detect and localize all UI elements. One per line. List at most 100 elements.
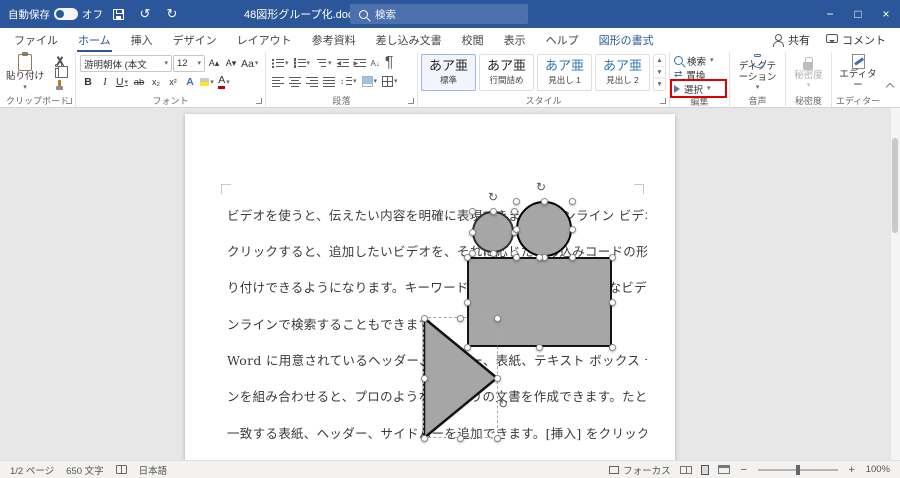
selection-handle[interactable] <box>513 226 520 233</box>
rotate-handle-icon[interactable]: ↻ <box>486 190 500 204</box>
selection-handle[interactable] <box>490 250 497 257</box>
comments-button[interactable]: コメント <box>826 32 886 48</box>
replace-button[interactable]: ⇄ 置換 <box>674 68 729 81</box>
style-card-heading2[interactable]: あア亜 見出し 2 <box>595 54 650 91</box>
selection-handle[interactable] <box>541 198 548 205</box>
bold-button[interactable]: B <box>80 74 96 90</box>
style-card-no-spacing[interactable]: あア亜 行間詰め <box>479 54 534 91</box>
focus-mode-button[interactable]: フォーカス <box>609 463 671 477</box>
justify-button[interactable] <box>321 73 337 89</box>
font-color-button[interactable]: A▾ <box>216 74 232 90</box>
styles-dialog-launcher-icon[interactable] <box>660 98 666 104</box>
strikethrough-button[interactable]: ab <box>131 74 147 90</box>
collapse-ribbon-icon[interactable] <box>885 82 895 90</box>
page[interactable]: ビデオを使うと、伝えたい内容を明確に表現できます。[オンライン ビデオ] を ク… <box>185 114 675 460</box>
tab-help[interactable]: ヘルプ <box>536 28 589 52</box>
close-button[interactable]: × <box>872 0 900 28</box>
show-marks-button[interactable]: ¶ <box>383 55 396 71</box>
tab-layout[interactable]: レイアウト <box>227 28 302 52</box>
selection-handle[interactable] <box>494 315 501 322</box>
search-box[interactable]: 検索 <box>350 4 528 24</box>
zoom-in-button[interactable]: + <box>847 464 857 476</box>
selection-handle[interactable] <box>609 344 616 351</box>
find-button[interactable]: 検索 ▾ <box>674 54 729 67</box>
sort-button[interactable]: A↓ <box>369 55 382 71</box>
selection-handle[interactable] <box>464 299 471 306</box>
rotate-handle-icon[interactable]: ↻ <box>534 180 548 194</box>
selection-handle[interactable] <box>569 254 576 261</box>
zoom-slider[interactable] <box>758 469 838 471</box>
styles-gallery-more-icon[interactable]: ▼ <box>654 78 665 90</box>
web-layout-button[interactable] <box>718 465 730 474</box>
tab-view[interactable]: 表示 <box>494 28 536 52</box>
selection-handle[interactable] <box>464 254 471 261</box>
tab-review[interactable]: 校閲 <box>452 28 494 52</box>
font-name-select[interactable]: 游明朝体 (本文▾ <box>80 55 172 72</box>
subscript-button[interactable]: x₂ <box>148 74 164 90</box>
tab-design[interactable]: デザイン <box>163 28 227 52</box>
dictate-button[interactable]: ディクテーション ▾ <box>733 54 782 91</box>
borders-button[interactable]: ▾ <box>380 73 400 89</box>
rotate-handle-icon[interactable]: ↻ <box>496 397 510 411</box>
decrease-indent-button[interactable]: ◀ <box>335 55 351 71</box>
superscript-button[interactable]: x² <box>165 74 181 90</box>
selection-handle[interactable] <box>609 254 616 261</box>
selection-handle[interactable] <box>513 254 520 261</box>
tab-home[interactable]: ホーム <box>68 28 121 52</box>
paste-button[interactable]: 貼り付け ▾ <box>3 54 47 91</box>
shape-circle-large[interactable] <box>516 201 572 257</box>
increase-indent-button[interactable]: ▶ <box>352 55 368 71</box>
font-size-select[interactable]: 12▾ <box>173 55 205 72</box>
zoom-out-button[interactable]: − <box>739 464 749 476</box>
change-case-button[interactable]: Aa▾ <box>240 56 259 72</box>
selection-handle[interactable] <box>536 254 543 261</box>
multilevel-list-button[interactable]: ▾ <box>313 55 334 71</box>
zoom-level[interactable]: 100% <box>866 464 890 475</box>
tab-insert[interactable]: 挿入 <box>121 28 163 52</box>
selection-handle[interactable] <box>494 435 501 442</box>
selection-handle[interactable] <box>511 208 518 215</box>
redo-button[interactable]: ↻ <box>160 2 184 26</box>
selection-handle[interactable] <box>469 229 476 236</box>
sensitivity-button[interactable]: 秘密度 ▾ <box>791 54 826 91</box>
save-button[interactable] <box>106 2 130 26</box>
copy-button[interactable] <box>49 67 69 78</box>
selection-handle[interactable] <box>569 198 576 205</box>
selection-handle[interactable] <box>421 375 428 382</box>
vertical-scrollbar[interactable] <box>890 108 900 460</box>
line-spacing-button[interactable]: ↕▾ <box>338 73 359 89</box>
word-count-status[interactable]: 650 文字 <box>66 463 104 477</box>
selection-handle[interactable] <box>421 315 428 322</box>
page-number-status[interactable]: 1/2 ページ <box>10 463 54 477</box>
autosave-toggle[interactable]: 自動保存 オフ <box>8 7 103 22</box>
style-card-heading1[interactable]: あア亜 見出し 1 <box>537 54 592 91</box>
text-effects-button[interactable]: A <box>182 74 198 90</box>
print-layout-button[interactable] <box>701 465 709 475</box>
maximize-button[interactable]: □ <box>844 0 872 28</box>
minimize-button[interactable]: − <box>816 0 844 28</box>
tab-references[interactable]: 参考資料 <box>302 28 366 52</box>
paragraph-dialog-launcher-icon[interactable] <box>408 98 414 104</box>
underline-button[interactable]: U▾ <box>114 74 130 90</box>
zoom-slider-thumb[interactable] <box>796 465 800 475</box>
selection-handle[interactable] <box>569 226 576 233</box>
grow-font-button[interactable]: A▴ <box>206 56 222 72</box>
selection-handle[interactable] <box>494 375 501 382</box>
styles-scroll-down-icon[interactable]: ▼ <box>654 67 665 79</box>
selection-handle[interactable] <box>536 344 543 351</box>
selection-handle[interactable] <box>513 198 520 205</box>
format-painter-button[interactable] <box>49 78 69 89</box>
scrollbar-thumb[interactable] <box>892 138 898 233</box>
editor-button[interactable]: エディター <box>835 54 881 91</box>
align-left-button[interactable] <box>270 73 286 89</box>
clipboard-dialog-launcher-icon[interactable] <box>66 98 72 104</box>
align-right-button[interactable] <box>304 73 320 89</box>
selection-handle[interactable] <box>609 299 616 306</box>
read-mode-button[interactable] <box>680 466 692 474</box>
tab-file[interactable]: ファイル <box>4 28 68 52</box>
undo-button[interactable]: ↺ <box>133 2 157 26</box>
style-card-normal[interactable]: あア亜 標準 <box>421 54 476 91</box>
tab-mailings[interactable]: 差し込み文書 <box>366 28 452 52</box>
shrink-font-button[interactable]: A▾ <box>223 56 239 72</box>
align-center-button[interactable] <box>287 73 303 89</box>
